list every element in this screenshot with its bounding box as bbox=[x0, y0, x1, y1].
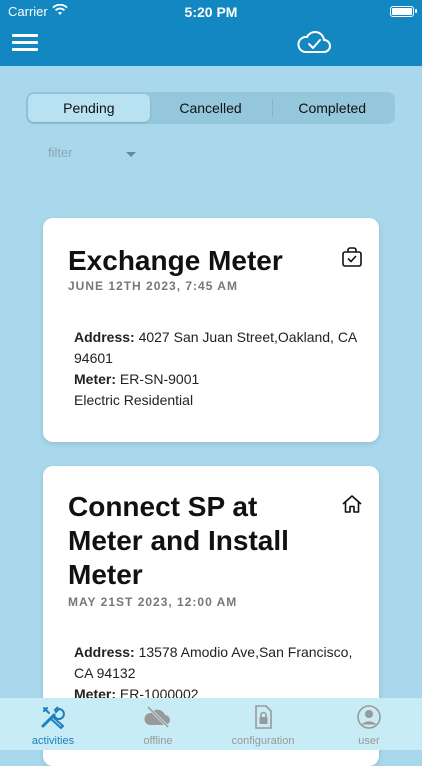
tab-label: activities bbox=[31, 735, 75, 747]
filter-dropdown[interactable]: filter bbox=[48, 145, 73, 160]
card-details: Address: 13578 Amodio Ave,San Francisco,… bbox=[74, 642, 364, 705]
meter-value: ER-SN-9001 bbox=[119, 371, 200, 387]
segment-pending[interactable]: Pending bbox=[28, 94, 150, 122]
tab-configuration[interactable]: configuration bbox=[223, 698, 303, 750]
status-time: 5:20 PM bbox=[184, 4, 238, 20]
app-header: Carrier 5:20 PM bbox=[0, 0, 422, 66]
segment-divider bbox=[272, 99, 273, 117]
bottom-tab-bar: activities offline configuration user bbox=[0, 698, 422, 750]
segment-completed[interactable]: Completed bbox=[271, 94, 393, 122]
tab-activities[interactable]: activities bbox=[13, 698, 93, 750]
chevron-down-icon[interactable] bbox=[126, 152, 136, 157]
tools-icon bbox=[41, 706, 65, 730]
tab-label: user bbox=[358, 735, 380, 747]
card-date: MAY 21ST 2023, 12:00 AM bbox=[68, 595, 238, 609]
meter-type: Electric Residential bbox=[74, 392, 194, 408]
card-title: Exchange Meter bbox=[68, 245, 283, 276]
user-circle-icon bbox=[357, 705, 381, 729]
tab-user[interactable]: user bbox=[329, 698, 409, 750]
card-title: Connect SP at Meter and Install Meter bbox=[68, 491, 289, 590]
tab-label: configuration bbox=[231, 735, 295, 747]
activity-card[interactable]: Exchange Meter JUNE 12TH 2023, 7:45 AM A… bbox=[43, 218, 379, 442]
segment-cancelled[interactable]: Cancelled bbox=[150, 94, 272, 122]
card-details: Address: 4027 San Juan Street,Oakland, C… bbox=[74, 327, 364, 411]
status-segmented-control: Pending Cancelled Completed bbox=[26, 92, 395, 124]
briefcase-check-icon bbox=[342, 247, 362, 267]
address-line: Address: 13578 Amodio Ave,San Francisco,… bbox=[74, 642, 364, 684]
address-line: Address: 4027 San Juan Street,Oakland, C… bbox=[74, 327, 364, 369]
meter-line: Meter: ER-SN-9001 bbox=[74, 369, 364, 390]
card-date: JUNE 12TH 2023, 7:45 AM bbox=[68, 279, 238, 293]
tab-label: offline bbox=[143, 735, 173, 747]
house-icon bbox=[342, 495, 362, 513]
lock-document-icon bbox=[255, 705, 272, 729]
cloud-off-icon bbox=[144, 705, 170, 729]
hamburger-menu-icon[interactable] bbox=[12, 34, 38, 54]
meter-label: Meter: bbox=[74, 371, 117, 387]
address-label: Address: bbox=[74, 329, 135, 345]
battery-icon bbox=[390, 6, 417, 17]
cloud-check-icon[interactable] bbox=[296, 28, 332, 56]
status-bar: Carrier 5:20 PM bbox=[0, 0, 422, 24]
address-label: Address: bbox=[74, 644, 135, 660]
tab-offline[interactable]: offline bbox=[118, 698, 198, 750]
